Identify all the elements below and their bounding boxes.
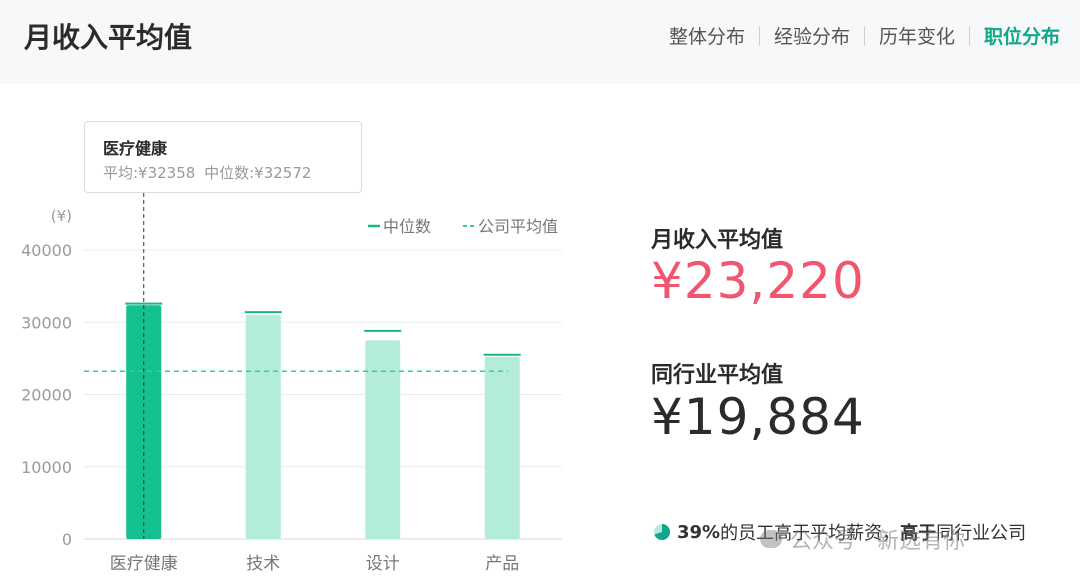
tab-bar: 整体分布 经验分布 历年变化 职位分布 — [655, 22, 1060, 49]
tab-overall-distribution[interactable]: 整体分布 — [655, 22, 759, 49]
monthly-average-label: 月收入平均值 — [651, 228, 784, 253]
x-tick-label: 产品 — [485, 554, 519, 574]
industry-average-label: 同行业平均值 — [651, 363, 784, 388]
tooltip-average: 平均:¥32358 — [103, 164, 196, 182]
x-tick-label: 医疗健康 — [110, 554, 178, 574]
y-tick-label: 30000 — [21, 313, 72, 332]
monthly-average-value: ¥23,220 — [651, 252, 865, 310]
chart-tooltip: 医疗健康 平均:¥32358 中位数:¥32572 — [84, 121, 362, 193]
y-tick-label: 20000 — [21, 386, 72, 405]
y-tick-label: 0 — [62, 530, 72, 549]
tab-position-distribution[interactable]: 职位分布 — [970, 22, 1060, 49]
legend-median-label: 中位数 — [383, 217, 431, 236]
bar — [484, 356, 520, 539]
bar — [245, 315, 281, 539]
footnote-percent: 39% — [677, 521, 721, 543]
x-tick-label: 设计 — [366, 554, 400, 574]
pie-icon — [654, 524, 670, 540]
tooltip-values: 平均:¥32358 中位数:¥32572 — [103, 162, 315, 183]
y-tick-label: 10000 — [21, 458, 72, 477]
header-bar: 月收入平均值 整体分布 经验分布 历年变化 职位分布 — [0, 0, 1080, 84]
tooltip-median: 中位数:¥32572 — [204, 164, 312, 182]
watermark: 公众号 · 新选有你 — [760, 523, 965, 555]
tab-yearly-change[interactable]: 历年变化 — [865, 22, 969, 49]
industry-average-value: ¥19,884 — [651, 388, 865, 446]
legend-company-average-label: 公司平均值 — [478, 217, 558, 236]
bar — [365, 340, 401, 539]
y-unit-label: (¥) — [51, 207, 72, 225]
watermark-text: 公众号 · 新选有你 — [790, 529, 965, 554]
page-title: 月收入平均值 — [24, 21, 193, 54]
tab-experience-distribution[interactable]: 经验分布 — [760, 22, 864, 49]
y-tick-label: 40000 — [21, 241, 72, 260]
wechat-icon — [760, 530, 782, 548]
tooltip-title: 医疗健康 — [103, 139, 168, 158]
x-tick-label: 技术 — [246, 554, 280, 574]
